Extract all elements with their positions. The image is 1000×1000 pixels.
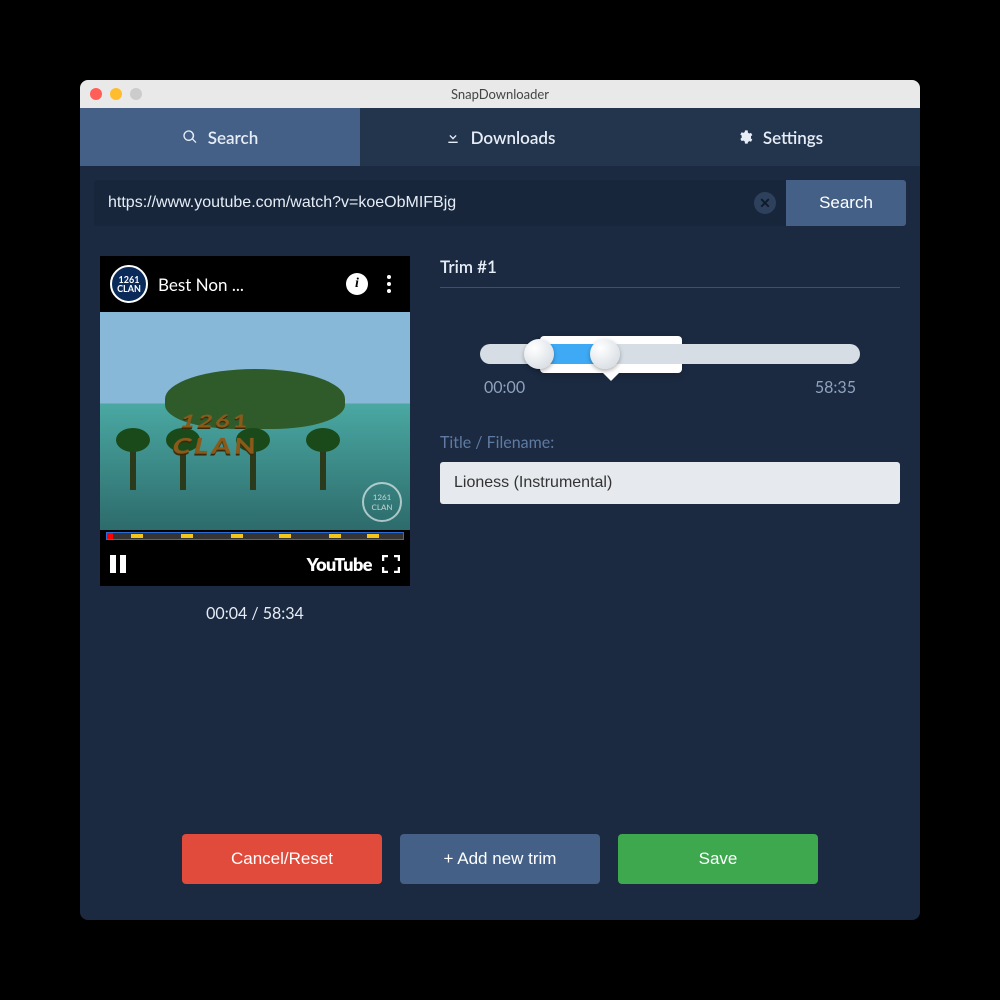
url-input[interactable] — [94, 180, 786, 226]
save-button[interactable]: Save — [618, 834, 818, 884]
info-icon[interactable]: i — [346, 273, 368, 295]
traffic-lights — [90, 88, 142, 100]
filename-input[interactable] — [440, 462, 900, 504]
video-frame: 1261 CLAN 1261 CLAN — [100, 312, 410, 530]
more-icon[interactable] — [378, 273, 400, 295]
search-icon — [182, 129, 198, 145]
maximize-window-button[interactable] — [130, 88, 142, 100]
tab-label: Settings — [763, 127, 823, 148]
video-seekbar[interactable] — [100, 530, 410, 542]
video-watermark: 1261 CLAN — [362, 482, 402, 522]
gear-icon — [737, 129, 753, 145]
trim-slider-labels: 00:00 58:35 — [480, 378, 860, 397]
pause-icon[interactable] — [110, 555, 128, 573]
fullscreen-icon[interactable] — [382, 555, 400, 573]
tab-label: Downloads — [471, 127, 556, 148]
download-icon — [445, 129, 461, 145]
search-button[interactable]: Search — [786, 180, 906, 226]
video-scene-text: 1261 CLAN — [169, 410, 342, 460]
video-time-display: 00:04 / 58:34 — [100, 604, 410, 623]
content-area: 1261 CLAN Best Non ... i 1261 CLAN 1261 … — [80, 226, 920, 808]
trim-min-label: 00:00 — [484, 378, 525, 397]
search-bar: ✕ Search — [94, 180, 906, 226]
cancel-button[interactable]: Cancel/Reset — [182, 834, 382, 884]
app-window: SnapDownloader Search Downloads Settings… — [80, 80, 920, 920]
trim-range: 09:08 to 19:13 00:00 58:35 — [440, 344, 900, 397]
trim-slider-track[interactable] — [480, 344, 860, 364]
filename-label: Title / Filename: — [440, 433, 900, 452]
titlebar: SnapDownloader — [80, 80, 920, 108]
youtube-label[interactable]: YouTube — [307, 553, 372, 575]
footer-buttons: Cancel/Reset + Add new trim Save — [80, 808, 920, 920]
tab-label: Search — [208, 127, 258, 148]
clear-input-button[interactable]: ✕ — [754, 192, 776, 214]
trim-panel: Trim #1 09:08 to 19:13 00:00 58:35 Title — [440, 256, 900, 808]
window-title: SnapDownloader — [80, 86, 920, 102]
video-preview-column: 1261 CLAN Best Non ... i 1261 CLAN 1261 … — [100, 256, 410, 808]
trim-handle-end[interactable] — [590, 339, 620, 369]
trim-handle-start[interactable] — [524, 339, 554, 369]
video-title: Best Non ... — [158, 274, 336, 295]
add-trim-button[interactable]: + Add new trim — [400, 834, 600, 884]
main-tabs: Search Downloads Settings — [80, 108, 920, 166]
minimize-window-button[interactable] — [110, 88, 122, 100]
trim-header: Trim #1 — [440, 256, 900, 288]
trim-max-label: 58:35 — [815, 378, 856, 397]
video-header: 1261 CLAN Best Non ... i — [100, 256, 410, 312]
close-window-button[interactable] — [90, 88, 102, 100]
channel-logo: 1261 CLAN — [110, 265, 148, 303]
video-controls: YouTube — [100, 542, 410, 586]
tab-downloads[interactable]: Downloads — [360, 108, 640, 166]
tab-settings[interactable]: Settings — [640, 108, 920, 166]
tab-search[interactable]: Search — [80, 108, 360, 166]
close-icon: ✕ — [759, 194, 771, 212]
video-preview[interactable]: 1261 CLAN Best Non ... i 1261 CLAN 1261 … — [100, 256, 410, 586]
